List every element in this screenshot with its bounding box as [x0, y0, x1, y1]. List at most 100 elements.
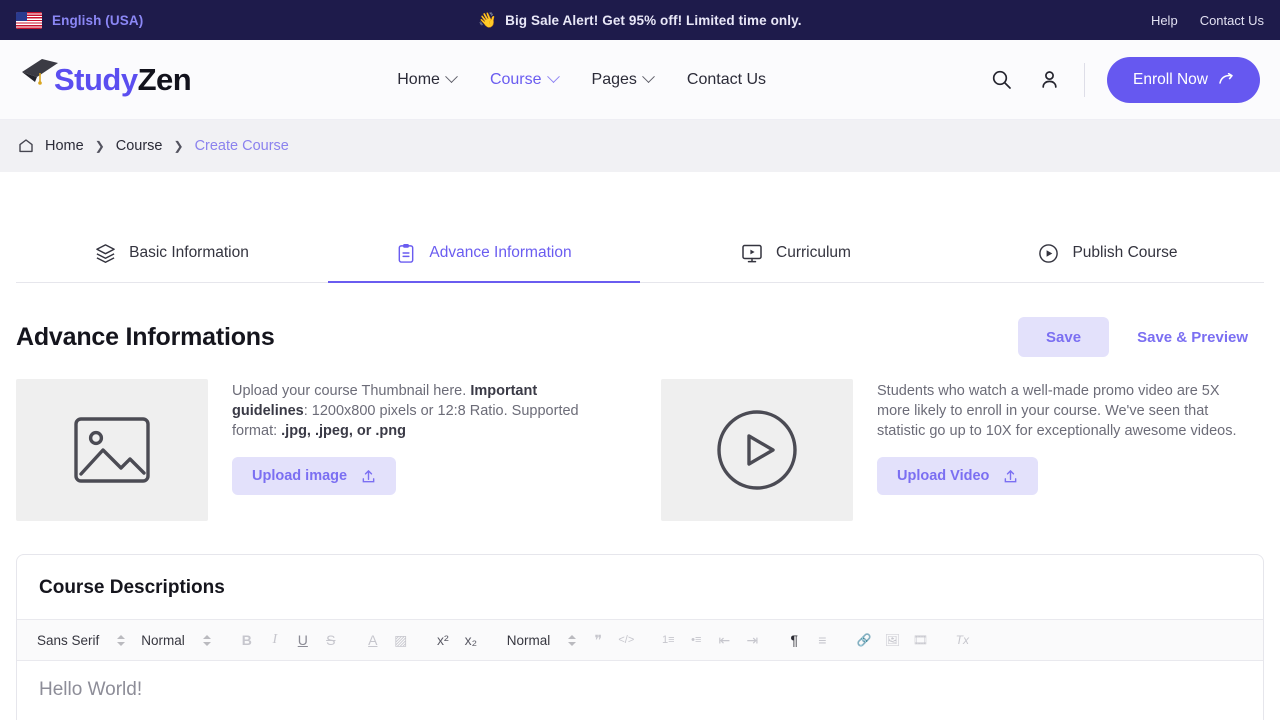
chevron-updown-icon [202, 634, 211, 646]
header-actions: Enroll Now [988, 56, 1260, 103]
editor-content-area[interactable]: Hello World! [17, 661, 1263, 720]
home-icon [19, 139, 33, 153]
clear-format-button[interactable]: Tx [948, 625, 976, 655]
breadcrumb-item-create-course: Create Course [194, 138, 289, 154]
tab-basic-information[interactable]: Basic Information [16, 224, 328, 282]
nav-item-pages[interactable]: Pages [591, 70, 655, 89]
chevron-down-icon [546, 70, 560, 84]
editor-toolbar: Sans Serif Normal B I U S A ▨ x² x₂ Norm… [17, 619, 1263, 661]
tab-advance-information[interactable]: Advance Information [328, 224, 640, 283]
nav-item-contact-us[interactable]: Contact Us [687, 71, 766, 89]
nav-item-home[interactable]: Home [397, 70, 458, 89]
upload-video-label: Upload Video [897, 468, 990, 484]
tab-label: Basic Information [129, 244, 249, 261]
announcement-message-group: 👋 Big Sale Alert! Get 95% off! Limited t… [0, 11, 1280, 29]
save-button[interactable]: Save [1018, 317, 1110, 357]
video-preview-box[interactable] [661, 379, 853, 521]
tab-label: Curriculum [776, 244, 851, 261]
upload-image-button[interactable]: Upload image [232, 457, 397, 495]
video-upload-group: Students who watch a well-made promo vid… [640, 379, 1264, 521]
language-label: English (USA) [52, 12, 144, 28]
play-circle-large-icon [717, 410, 797, 490]
bold-button[interactable]: B [233, 625, 261, 655]
video-button[interactable]: 🎞 [906, 625, 934, 655]
tab-label: Publish Course [1072, 244, 1178, 261]
heading-level-value: Normal [506, 632, 551, 648]
editor-placeholder-text: Hello World! [39, 679, 143, 700]
logo-text: StudyZen [54, 61, 192, 98]
monitor-play-icon [742, 244, 762, 262]
main-navigation: Home Course Pages Contact Us [397, 70, 766, 89]
play-circle-icon [1039, 243, 1059, 263]
thumbnail-preview-box[interactable] [16, 379, 208, 521]
ordered-list-button[interactable]: 1≡ [654, 625, 682, 655]
font-size-value: Normal [141, 632, 185, 648]
blockquote-button[interactable]: ❞ [584, 625, 612, 655]
heading-level-select[interactable]: Normal [499, 633, 585, 648]
tab-publish-course[interactable]: Publish Course [952, 224, 1264, 282]
logo-text-secondary: Zen [137, 61, 192, 97]
logo-text-primary: Study [54, 61, 138, 97]
superscript-button[interactable]: x² [429, 625, 457, 655]
upload-video-button[interactable]: Upload Video [877, 457, 1039, 495]
font-family-select[interactable]: Sans Serif [29, 633, 133, 648]
image-button[interactable]: 🖼 [878, 625, 906, 655]
page-title: Advance Informations [16, 322, 275, 351]
upload-image-label: Upload image [252, 468, 348, 484]
contact-us-link[interactable]: Contact Us [1200, 13, 1264, 28]
user-account-icon[interactable] [1036, 67, 1062, 93]
thumb-text-1: Upload your course Thumbnail here. [232, 383, 471, 399]
chevron-updown-icon [117, 634, 126, 646]
section-header: Advance Informations Save Save & Preview [16, 283, 1264, 379]
thumbnail-upload-group: Upload your course Thumbnail here. Impor… [16, 379, 640, 521]
nav-label: Pages [591, 70, 637, 88]
outdent-button[interactable]: ⇤ [710, 625, 738, 655]
chevron-updown-icon [568, 634, 577, 646]
subscript-button[interactable]: x₂ [457, 625, 485, 655]
link-button[interactable]: 🔗 [850, 625, 878, 655]
course-descriptions-card: Course Descriptions Sans Serif Normal B … [16, 554, 1264, 720]
nav-label: Contact Us [686, 70, 767, 88]
breadcrumb-separator: ❯ [173, 139, 184, 153]
course-step-tabs: Basic Information Advance Information Cu… [16, 224, 1264, 283]
align-button[interactable]: ≡ [808, 625, 836, 655]
italic-button[interactable]: I [261, 625, 289, 655]
search-icon[interactable] [988, 67, 1014, 93]
video-info: Students who watch a well-made promo vid… [877, 379, 1237, 521]
announcement-bar: English (USA) 👋 Big Sale Alert! Get 95% … [0, 0, 1280, 40]
upload-icon [1005, 469, 1017, 482]
text-color-button[interactable]: A [359, 625, 387, 655]
strikethrough-button[interactable]: S [317, 625, 345, 655]
site-header: StudyZen Home Course Pages Contact Us En… [0, 40, 1280, 120]
tab-curriculum[interactable]: Curriculum [640, 224, 952, 282]
image-placeholder-icon [74, 417, 150, 483]
thumbnail-guidelines-text: Upload your course Thumbnail here. Impor… [232, 381, 592, 441]
logo[interactable]: StudyZen [18, 58, 192, 98]
indent-button[interactable]: ⇥ [738, 625, 766, 655]
breadcrumb-item-course[interactable]: Course [116, 138, 163, 154]
breadcrumb: Home ❯ Course ❯ Create Course [0, 120, 1280, 172]
breadcrumb-item-home[interactable]: Home [45, 138, 84, 154]
font-size-select[interactable]: Normal [133, 633, 219, 648]
nav-item-course[interactable]: Course [490, 70, 560, 89]
video-guidelines-text: Students who watch a well-made promo vid… [877, 383, 1237, 439]
us-flag-icon [16, 11, 42, 29]
save-and-preview-button[interactable]: Save & Preview [1121, 317, 1264, 357]
code-block-button[interactable]: </> [612, 625, 640, 655]
text-direction-button[interactable]: ¶ [780, 625, 808, 655]
header-divider [1084, 62, 1086, 97]
highlight-color-button[interactable]: ▨ [387, 625, 415, 655]
help-link[interactable]: Help [1151, 13, 1178, 28]
tab-label: Advance Information [429, 244, 572, 261]
bullet-list-button[interactable]: •≡ [682, 625, 710, 655]
upload-row: Upload your course Thumbnail here. Impor… [16, 379, 1264, 521]
announcement-message: Big Sale Alert! Get 95% off! Limited tim… [505, 12, 802, 28]
nav-label: Home [397, 70, 440, 88]
upload-icon [362, 469, 375, 482]
underline-button[interactable]: U [289, 625, 317, 655]
language-selector[interactable]: English (USA) [16, 11, 144, 29]
enroll-now-button[interactable]: Enroll Now [1107, 56, 1260, 103]
thumb-text-bold-2: .jpg, .jpeg, or .png [281, 423, 407, 439]
main-content: Basic Information Advance Information Cu… [0, 172, 1280, 720]
chevron-down-icon [642, 70, 655, 84]
